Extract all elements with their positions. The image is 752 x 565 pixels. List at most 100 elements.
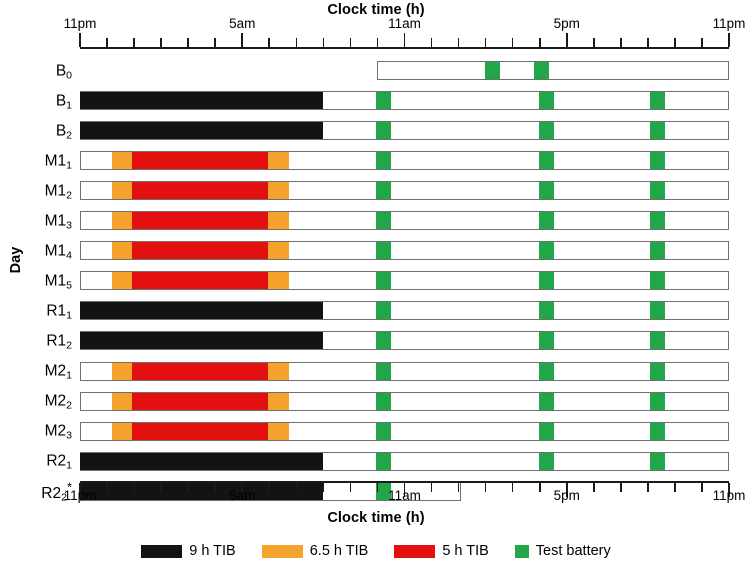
day-row: R12 — [0, 331, 752, 352]
day-row-label: M22 — [44, 392, 72, 412]
day-row-label: R11 — [46, 302, 72, 322]
segment-tib-9h — [79, 332, 324, 350]
segment-tib-65h — [112, 392, 133, 410]
day-timeline-bar — [80, 151, 729, 171]
segment-test-battery — [539, 302, 555, 320]
day-row-label: B2 — [55, 121, 72, 141]
day-row-label: R12 — [46, 332, 72, 352]
segment-test-battery — [533, 62, 549, 79]
segment-tib-65h — [112, 182, 133, 200]
segment-test-battery — [539, 122, 555, 140]
segment-test-battery — [650, 242, 666, 260]
day-row-label: R21 — [46, 452, 72, 472]
segment-test-battery — [375, 452, 391, 470]
day-row-label: B1 — [55, 91, 72, 111]
segment-test-battery — [650, 362, 666, 380]
segment-tib-5h — [132, 422, 268, 440]
segment-tib-9h — [79, 452, 324, 470]
day-timeline-bar — [80, 181, 729, 201]
segment-tib-65h — [267, 212, 290, 230]
day-row: B0 — [0, 61, 752, 80]
segment-test-battery — [375, 332, 391, 350]
day-row: R11 — [0, 301, 752, 322]
legend-swatch-tib-5h — [394, 544, 436, 558]
legend-swatch-tib-9h — [141, 544, 183, 558]
chart-legend: 9 h TIB 6.5 h TIB 5 h TIB Test battery — [0, 540, 752, 562]
segment-test-battery — [650, 302, 666, 320]
day-timeline-bar — [80, 361, 729, 381]
day-row: M23 — [0, 421, 752, 442]
segment-test-battery — [650, 122, 666, 140]
chart-title-bottom: Clock time (h) — [327, 510, 425, 526]
segment-test-battery — [485, 62, 501, 79]
segment-tib-65h — [112, 362, 133, 380]
day-row-label: M15 — [44, 272, 72, 292]
segment-tib-5h — [132, 152, 268, 170]
segment-tib-65h — [112, 422, 133, 440]
segment-test-battery — [650, 182, 666, 200]
segment-test-battery — [375, 422, 391, 440]
segment-test-battery — [650, 152, 666, 170]
segment-test-battery — [539, 392, 555, 410]
legend-item: 6.5 h TIB — [261, 543, 368, 559]
segment-tib-65h — [267, 152, 290, 170]
segment-tib-65h — [267, 392, 290, 410]
day-row-label: M12 — [44, 181, 72, 201]
day-row-label: M11 — [44, 151, 72, 171]
segment-tib-65h — [267, 272, 290, 290]
segment-test-battery — [650, 332, 666, 350]
day-timeline-bar — [80, 211, 729, 231]
day-row: M13 — [0, 211, 752, 231]
segment-test-battery — [539, 272, 555, 290]
segment-test-battery — [650, 92, 666, 110]
day-timeline-bar — [377, 61, 729, 80]
day-timeline-bar — [80, 271, 729, 291]
day-row-label: M21 — [44, 362, 72, 382]
day-row: R21 — [0, 451, 752, 472]
legend-item: Test battery — [514, 543, 611, 559]
day-row: B1 — [0, 91, 752, 111]
segment-test-battery — [650, 392, 666, 410]
day-row: M21 — [0, 361, 752, 382]
segment-test-battery — [539, 422, 555, 440]
day-row: M15 — [0, 271, 752, 292]
day-timeline-bar — [79, 301, 729, 321]
segment-tib-5h — [132, 242, 268, 260]
day-timeline-bar — [80, 241, 729, 261]
day-row-label: M23 — [44, 422, 72, 442]
segment-tib-65h — [267, 182, 290, 200]
segment-tib-65h — [267, 242, 290, 260]
day-row-label: B0 — [55, 61, 72, 81]
segment-test-battery — [650, 212, 666, 230]
segment-test-battery — [650, 272, 666, 290]
day-timeline-bar — [79, 91, 729, 111]
segment-tib-65h — [267, 422, 290, 440]
segment-tib-9h — [79, 92, 324, 110]
segment-tib-5h — [132, 272, 268, 290]
segment-test-battery — [375, 182, 391, 200]
day-row: M11 — [0, 151, 752, 171]
day-row-label: M13 — [44, 212, 72, 231]
segment-test-battery — [539, 332, 555, 350]
segment-test-battery — [375, 392, 391, 410]
segment-test-battery — [650, 452, 666, 470]
segment-tib-5h — [132, 182, 268, 200]
segment-tib-9h — [79, 302, 324, 320]
segment-test-battery — [539, 452, 555, 470]
segment-test-battery — [375, 302, 391, 320]
day-timeline-bar — [79, 331, 729, 351]
day-row: M22 — [0, 391, 752, 412]
segment-test-battery — [539, 242, 555, 260]
segment-test-battery — [539, 182, 555, 200]
segment-test-battery — [375, 152, 391, 170]
segment-test-battery — [539, 92, 555, 110]
segment-test-battery — [375, 92, 391, 110]
segment-tib-65h — [112, 212, 133, 230]
segment-tib-65h — [112, 152, 133, 170]
day-rows: B0 B1 B2 M11 M12 M13 M14 M15 R11 R12 M21 M22 M23 R21 R… — [0, 0, 752, 503]
legend-swatch-test-battery — [514, 544, 529, 558]
day-timeline-bar — [80, 421, 729, 441]
sleep-schedule-chart: Clock time (h) Day 11pm 5am 11am 5pm 11pm B0… — [0, 0, 752, 565]
day-row: B2 — [0, 121, 752, 141]
day-timeline-bar — [79, 121, 729, 141]
